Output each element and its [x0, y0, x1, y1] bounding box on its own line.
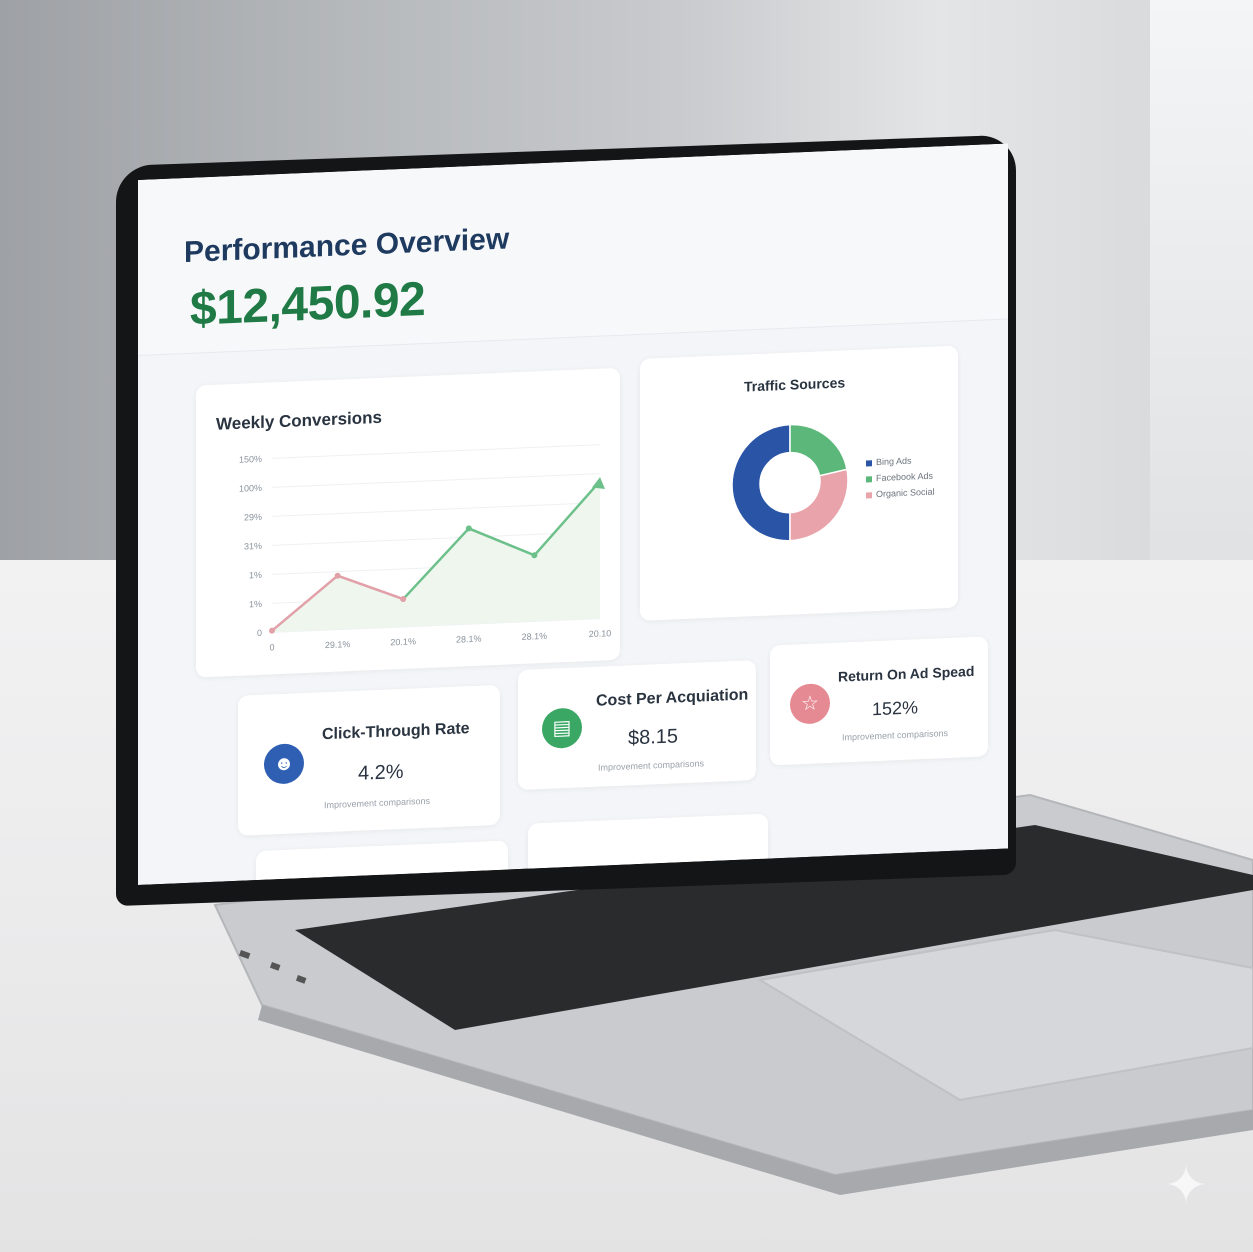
x-tick-label: 29.1% [325, 639, 351, 650]
laptop-screen: Performance Overview $12,450.92 Weekly C… [138, 144, 1008, 885]
legend-item-facebook: Facebook Ads [866, 471, 935, 484]
y-tick-label: 1% [249, 570, 262, 581]
legend-label: Bing Ads [876, 455, 912, 468]
legend-label: Facebook Ads [876, 470, 934, 484]
kpi-value: 152% [872, 697, 919, 720]
x-tick-label: 20.10 [589, 628, 612, 639]
data-point [269, 628, 275, 634]
legend-swatch [866, 476, 872, 482]
legend-swatch [866, 460, 872, 466]
user-icon: ☻ [264, 743, 304, 785]
y-tick-label: 150% [239, 454, 262, 465]
total-revenue: $12,450.92 [190, 272, 426, 336]
kpi-card-cpa[interactable]: ▤ Cost Per Acquiation $8.15 Improvement … [518, 660, 756, 790]
traffic-card[interactable]: Traffic Sources Bing Ads Facebook Ads Or… [640, 346, 958, 621]
gridline [272, 445, 600, 459]
x-tick-label: 28.1% [456, 634, 482, 645]
kpi-card-ctr[interactable]: ☻ Click-Through Rate 4.2% Improvement co… [238, 685, 500, 836]
gridline [272, 503, 600, 517]
kpi-subtext: Improvement comparisons [842, 728, 949, 743]
gridline [272, 474, 600, 488]
x-tick-label: 28.1% [522, 631, 548, 642]
kpi-value: 4.2% [358, 760, 404, 785]
document-icon: ▤ [542, 707, 582, 749]
pie-slice-organic-social [790, 469, 848, 540]
kpi-value: $8.15 [628, 725, 679, 750]
pie-slice-facebook-ads [790, 422, 847, 477]
y-tick-label: 1% [249, 599, 262, 610]
kpi-subtext: Improvement comparisons [324, 795, 431, 811]
y-tick-label: 100% [239, 483, 262, 494]
legend-swatch [866, 492, 872, 498]
kpi-subtext: Improvement comparisons [598, 758, 705, 773]
y-tick-label: 31% [244, 541, 262, 552]
page-title: Performance Overview [184, 222, 510, 270]
area-fill [272, 481, 600, 632]
x-tick-label: 0 [269, 642, 274, 652]
arrow-head [592, 477, 605, 490]
trophy-icon: ☆ [790, 683, 830, 725]
kpi-title: Return On Ad Spead [838, 662, 975, 685]
kpi-card-roas[interactable]: ☆ Return On Ad Spead 152% Improvement co… [770, 636, 988, 765]
pie-slice-bing-ads [732, 425, 790, 543]
line-chart: 0 1% 1% 31% 29% 100% 150% 0 29.1% 20.1% 28.1% 28.1%… [196, 368, 620, 678]
y-tick-label: 0 [257, 628, 262, 638]
conversions-card[interactable]: Weekly Conversions 0 1% 1% 31% 29% 100% 150% 0 2… [196, 368, 620, 678]
kpi-title: Click-Through Rate [322, 720, 470, 744]
dashboard-header: Performance Overview $12,450.92 [138, 144, 1008, 356]
sparkle-icon: ✦ [1164, 1157, 1208, 1215]
chart-legend: Bing Ads Facebook Ads Organic Social [866, 455, 935, 500]
photo-scene: Performance Overview $12,450.92 Weekly C… [0, 0, 1253, 1252]
y-tick-label: 29% [244, 512, 262, 523]
x-tick-label: 20.1% [390, 636, 416, 647]
kpi-title: Cost Per Acquiation [596, 686, 749, 710]
legend-item-bing: Bing Ads [866, 455, 935, 468]
